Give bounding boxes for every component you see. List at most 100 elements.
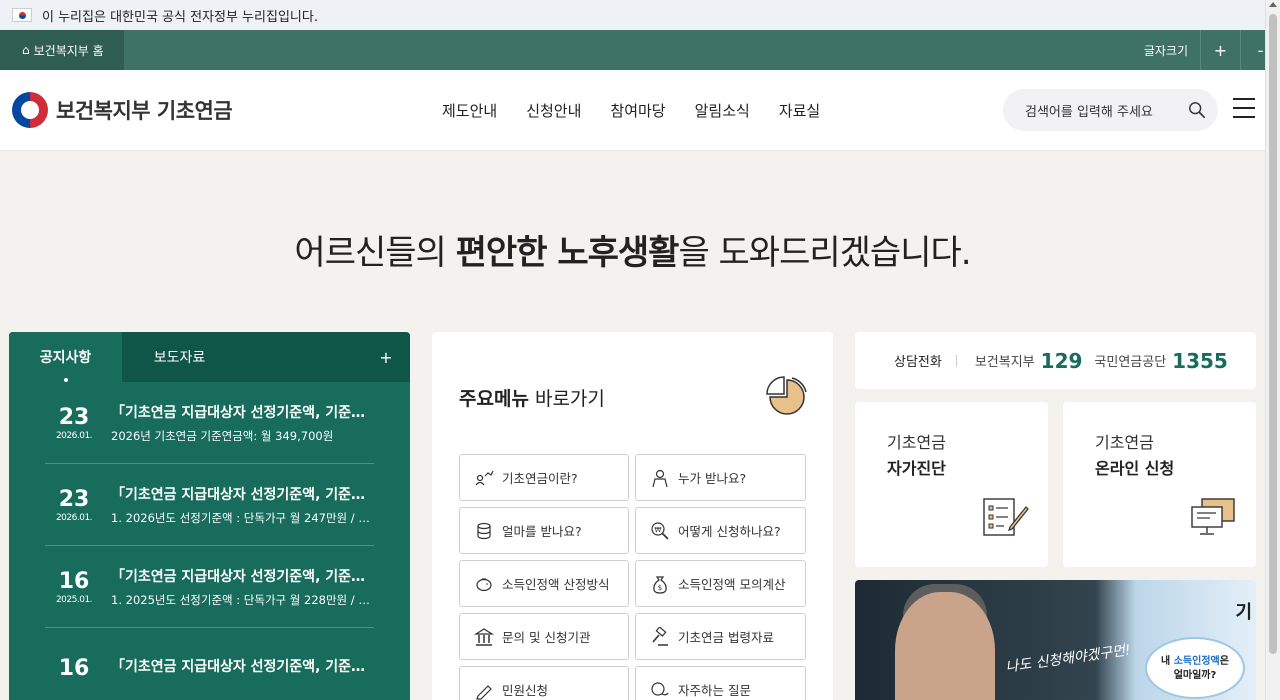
notice-title[interactable]: 「기초연금 지급대상자 선정기준액, 기준연금… bbox=[111, 484, 374, 504]
shortcut-label: 소득인정액 모의계산 bbox=[678, 577, 786, 592]
font-increase-button[interactable]: + bbox=[1200, 30, 1240, 70]
notice-month: 2026.01. bbox=[55, 512, 93, 523]
notice-title[interactable]: 「기초연금 지급대상자 선정기준액, 기준연금… bbox=[111, 656, 374, 676]
search-icon[interactable] bbox=[1188, 101, 1206, 119]
promo-banner[interactable]: 나도 신청해야겠구먼! 내 소득인정액은 얼마일까? 기 bbox=[855, 580, 1256, 700]
vertical-scrollbar[interactable] bbox=[1265, 0, 1280, 700]
hero-headline: 어르신들의 편안한 노후생활을 도와드리겠습니다. bbox=[0, 225, 1265, 274]
shortcut-civil-petition[interactable]: 민원신청 bbox=[459, 666, 629, 700]
list-item[interactable]: 16 2025.01. 「기초연금 지급대상자 선정기준액, 기준연금… 1. … bbox=[45, 546, 374, 628]
main-menu-title-rest: 바로가기 bbox=[528, 388, 605, 410]
person-icon bbox=[652, 469, 668, 487]
nav-item-participation[interactable]: 참여마당 bbox=[610, 100, 665, 121]
chat-icon bbox=[651, 681, 669, 696]
list-item[interactable]: 23 2026.01. 「기초연금 지급대상자 선정기준액, 기준연금액… 20… bbox=[45, 382, 374, 464]
notice-day: 16 bbox=[58, 568, 90, 594]
mohw-home-link[interactable]: ⌂ 보건복지부 홈 bbox=[0, 30, 124, 70]
call-org-mohw: 보건복지부 bbox=[974, 355, 1035, 370]
tab-press-releases[interactable]: 보도자료 bbox=[122, 332, 237, 382]
call-org-nps: 국민연금공단 bbox=[1094, 355, 1167, 370]
notice-day: 16 bbox=[58, 655, 90, 681]
svg-text:$: $ bbox=[658, 584, 662, 592]
notice-text: 「기초연금 지급대상자 선정기준액, 기준연금… bbox=[103, 656, 374, 682]
nav-item-application-guide[interactable]: 신청안내 bbox=[526, 100, 581, 121]
notice-month: 2025.01. bbox=[55, 594, 93, 605]
gavel-icon bbox=[652, 626, 668, 646]
shortcut-inquiry-institutions[interactable]: 문의 및 신청기관 bbox=[459, 613, 629, 660]
notice-title[interactable]: 「기초연금 지급대상자 선정기준액, 기준연금액… bbox=[111, 402, 374, 422]
shortcut-faq[interactable]: 자주하는 질문 bbox=[635, 666, 806, 700]
divider bbox=[955, 354, 957, 367]
call-number-nps[interactable]: 1355 bbox=[1172, 349, 1228, 373]
scroll-up-arrow-icon[interactable] bbox=[1269, 2, 1277, 7]
shortcut-label: 민원신청 bbox=[502, 683, 549, 698]
nav-item-archive[interactable]: 자료실 bbox=[779, 100, 820, 121]
nav-item-news[interactable]: 알림소식 bbox=[695, 100, 750, 121]
notice-list: 23 2026.01. 「기초연금 지급대상자 선정기준액, 기준연금액… 20… bbox=[9, 382, 410, 700]
banner-person-image bbox=[895, 592, 995, 700]
notice-day: 23 bbox=[58, 404, 90, 430]
gov-banner-text: 이 누리집은 대한민국 공식 전자정부 누리집입니다. bbox=[42, 9, 318, 25]
shortcut-label: 자주하는 질문 bbox=[678, 683, 751, 698]
call-center-label: 상담전화 bbox=[894, 355, 942, 370]
main-menu-shortcuts: 주요메뉴 바로가기 기초연금이란? 누가 받나요? 얼마를 받나요? ₩ 어떻게… bbox=[432, 332, 833, 700]
bubble-text-line2: 얼마일까? bbox=[1173, 670, 1217, 681]
shortcut-legal-materials[interactable]: 기초연금 법령자료 bbox=[635, 613, 806, 660]
shortcut-income-simulation[interactable]: $ 소득인정액 모의계산 bbox=[635, 560, 806, 607]
shortcut-income-calc-method[interactable]: 소득인정액 산정방식 bbox=[459, 560, 629, 607]
notice-summary: 1. 2025년도 선정기준액 : 단독가구 월 228만원 / 부부… bbox=[111, 592, 374, 607]
money-bag-icon: $ bbox=[653, 575, 667, 594]
notice-date: 16 bbox=[45, 656, 103, 682]
nav-item-system-guide[interactable]: 제도안내 bbox=[442, 100, 497, 121]
site-logo[interactable]: 보건복지부 기초연금 bbox=[12, 92, 233, 128]
main-navigation: 제도안내 신청안내 참여마당 알림소식 자료실 bbox=[442, 100, 820, 121]
hero-text-bold: 편안한 노후생활 bbox=[455, 233, 680, 273]
coins-icon bbox=[477, 522, 491, 539]
shortcut-label: 소득인정액 산정방식 bbox=[502, 577, 610, 592]
hamburger-menu-icon[interactable] bbox=[1233, 98, 1255, 118]
shortcut-how-much[interactable]: 얼마를 받나요? bbox=[459, 507, 629, 554]
tab-notices[interactable]: 공지사항 bbox=[9, 332, 122, 382]
call-center-box: 상담전화 보건복지부 129 국민연금공단 1355 bbox=[855, 332, 1256, 389]
pen-icon bbox=[476, 684, 492, 700]
font-size-label: 글자크기 bbox=[1143, 43, 1188, 58]
notice-day: 23 bbox=[58, 486, 90, 512]
institution-icon bbox=[474, 627, 494, 646]
shortcut-how-to-apply[interactable]: ₩ 어떻게 신청하나요? bbox=[635, 507, 806, 554]
shortcut-label: 얼마를 받나요? bbox=[502, 524, 582, 539]
checklist-icon bbox=[983, 498, 1029, 536]
shortcut-grid: 기초연금이란? 누가 받나요? 얼마를 받나요? ₩ 어떻게 신청하나요? 소득… bbox=[459, 454, 806, 700]
shortcut-label: 기초연금 법령자료 bbox=[678, 630, 774, 645]
computer-icon bbox=[1191, 498, 1235, 535]
pie-chart-icon bbox=[766, 376, 807, 415]
taegeuk-emblem-icon bbox=[12, 92, 48, 128]
bubble-text-highlight: 소득인정액 bbox=[1173, 656, 1220, 667]
site-header: 보건복지부 기초연금 제도안내 신청안내 참여마당 알림소식 자료실 검색어를 … bbox=[0, 70, 1280, 151]
search-input[interactable]: 검색어를 입력해 주세요 bbox=[1003, 89, 1218, 131]
notice-date: 23 2026.01. bbox=[45, 405, 103, 441]
shortcut-what-is-basic-pension[interactable]: 기초연금이란? bbox=[459, 454, 629, 501]
main-menu-title: 주요메뉴 바로가기 bbox=[459, 384, 605, 411]
notice-more-button[interactable]: + bbox=[362, 332, 410, 382]
notice-title[interactable]: 「기초연금 지급대상자 선정기준액, 기준연금… bbox=[111, 566, 374, 586]
hero-text-post: 을 도와드리겠습니다. bbox=[678, 233, 971, 273]
scroll-thumb[interactable] bbox=[1269, 14, 1277, 654]
utility-bar: ⌂ 보건복지부 홈 글자크기 + - bbox=[0, 30, 1280, 70]
notice-text: 「기초연금 지급대상자 선정기준액, 기준연금… 1. 2025년도 선정기준액… bbox=[103, 566, 374, 608]
notice-summary: 2026년 기초연금 기준연금액: 월 349,700원 bbox=[111, 428, 334, 443]
list-item[interactable]: 16 「기초연금 지급대상자 선정기준액, 기준연금… bbox=[45, 628, 374, 700]
card-title-line2: 자가진단 bbox=[887, 459, 946, 478]
card-title-line1: 기초연금 bbox=[887, 433, 946, 452]
online-application-card[interactable]: 기초연금 온라인 신청 bbox=[1063, 402, 1256, 567]
call-number-mohw[interactable]: 129 bbox=[1041, 349, 1083, 373]
main-menu-title-bold: 주요메뉴 bbox=[459, 388, 529, 410]
svg-text:₩: ₩ bbox=[655, 526, 662, 534]
notice-date: 23 2026.01. bbox=[45, 487, 103, 523]
self-diagnosis-card[interactable]: 기초연금 자가진단 bbox=[855, 402, 1048, 567]
shortcut-who-receives[interactable]: 누가 받나요? bbox=[635, 454, 806, 501]
logo-text: 보건복지부 기초연금 bbox=[56, 99, 233, 123]
bubble-text-pre: 내 bbox=[1161, 656, 1174, 667]
list-item[interactable]: 23 2026.01. 「기초연금 지급대상자 선정기준액, 기준연금… 1. … bbox=[45, 464, 374, 546]
banner-speech-bubble: 내 소득인정액은 얼마일까? bbox=[1145, 637, 1245, 699]
shortcut-label: 문의 및 신청기관 bbox=[502, 630, 591, 645]
